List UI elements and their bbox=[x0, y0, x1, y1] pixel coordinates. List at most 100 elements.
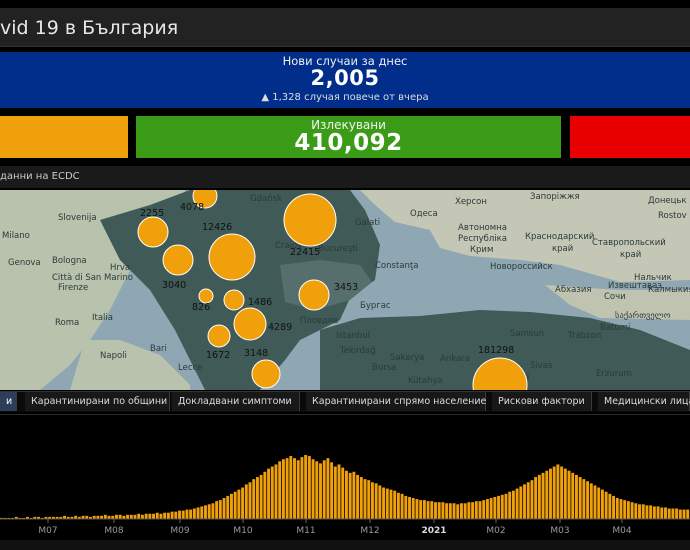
daily-cases-bar[interactable] bbox=[192, 508, 196, 519]
daily-cases-bar[interactable] bbox=[615, 498, 619, 519]
daily-cases-bar[interactable] bbox=[304, 455, 308, 519]
daily-cases-bar[interactable] bbox=[307, 456, 311, 519]
daily-cases-bar[interactable] bbox=[363, 479, 367, 519]
daily-cases-bar[interactable] bbox=[456, 504, 460, 519]
daily-cases-bar[interactable] bbox=[482, 500, 486, 519]
daily-cases-bar[interactable] bbox=[293, 458, 296, 519]
daily-cases-bar[interactable] bbox=[600, 489, 604, 519]
daily-cases-bar[interactable] bbox=[215, 501, 219, 519]
daily-cases-bar[interactable] bbox=[263, 471, 267, 519]
daily-cases-bar[interactable] bbox=[500, 494, 504, 519]
case-bubble[interactable] bbox=[251, 359, 281, 389]
daily-cases-bar[interactable] bbox=[660, 507, 664, 519]
daily-cases-bar[interactable] bbox=[137, 513, 141, 519]
daily-cases-bar[interactable] bbox=[133, 514, 137, 519]
daily-cases-bar[interactable] bbox=[200, 506, 204, 519]
daily-cases-bar[interactable] bbox=[326, 458, 330, 519]
daily-cases-bar[interactable] bbox=[515, 488, 519, 519]
daily-cases-bar[interactable] bbox=[664, 507, 667, 519]
daily-cases-bar[interactable] bbox=[126, 514, 130, 519]
daily-cases-bar[interactable] bbox=[222, 498, 226, 519]
case-bubble[interactable] bbox=[207, 324, 231, 348]
daily-cases-bar[interactable] bbox=[493, 496, 497, 519]
daily-cases-bar[interactable] bbox=[474, 501, 478, 519]
map-panel[interactable]: Slovenija Milano Hrva Genova Bologna Città di… bbox=[0, 183, 690, 413]
daily-cases-bar[interactable] bbox=[178, 510, 181, 519]
case-bubble[interactable] bbox=[283, 193, 337, 247]
daily-cases-bar[interactable] bbox=[189, 509, 193, 519]
daily-cases-bar[interactable] bbox=[408, 496, 411, 519]
daily-cases-bar[interactable] bbox=[560, 466, 564, 519]
daily-cases-bar[interactable] bbox=[671, 508, 675, 519]
daily-cases-bar[interactable] bbox=[641, 504, 645, 519]
daily-cases-bar[interactable] bbox=[396, 492, 400, 519]
daily-cases-bar[interactable] bbox=[356, 474, 360, 519]
daily-cases-bar[interactable] bbox=[441, 502, 445, 519]
daily-cases-bar[interactable] bbox=[489, 498, 493, 519]
daily-cases-bar[interactable] bbox=[556, 464, 560, 519]
daily-cases-bar[interactable] bbox=[497, 495, 501, 519]
daily-cases-bar[interactable] bbox=[248, 482, 252, 519]
daily-cases-bar[interactable] bbox=[319, 463, 322, 519]
daily-cases-bar[interactable] bbox=[571, 472, 575, 519]
daily-cases-bar[interactable] bbox=[537, 474, 541, 519]
daily-cases-bar[interactable] bbox=[519, 486, 523, 519]
daily-cases-bar[interactable] bbox=[382, 487, 386, 519]
daily-cases-bar[interactable] bbox=[341, 467, 345, 519]
daily-cases-bar[interactable] bbox=[682, 509, 686, 519]
daily-cases-bar[interactable] bbox=[155, 512, 159, 519]
tab-summary[interactable]: и bbox=[0, 392, 17, 411]
case-bubble[interactable] bbox=[208, 233, 256, 281]
daily-cases-bar[interactable] bbox=[523, 484, 526, 519]
case-bubble[interactable] bbox=[137, 216, 169, 248]
daily-cases-bar[interactable] bbox=[649, 505, 653, 519]
daily-cases-bar[interactable] bbox=[463, 503, 467, 519]
daily-cases-bar[interactable] bbox=[218, 500, 222, 519]
daily-cases-bar[interactable] bbox=[255, 477, 259, 519]
daily-cases-bar[interactable] bbox=[411, 498, 415, 519]
daily-cases-bar[interactable] bbox=[252, 479, 256, 519]
daily-cases-bar[interactable] bbox=[296, 460, 300, 519]
daily-cases-bar[interactable] bbox=[378, 485, 382, 519]
tab-risk-factors[interactable]: Рискови фактори bbox=[492, 392, 592, 411]
daily-cases-bar[interactable] bbox=[675, 508, 679, 519]
daily-cases-bar[interactable] bbox=[374, 483, 378, 519]
daily-cases-bar[interactable] bbox=[348, 472, 352, 519]
daily-cases-bar[interactable] bbox=[237, 489, 241, 519]
daily-cases-bar[interactable] bbox=[608, 493, 612, 519]
daily-cases-bar[interactable] bbox=[207, 504, 211, 519]
daily-cases-bar[interactable] bbox=[415, 499, 419, 519]
daily-cases-bar[interactable] bbox=[589, 483, 593, 519]
daily-cases-bar[interactable] bbox=[612, 495, 616, 519]
daily-cases-bar[interactable] bbox=[634, 503, 638, 519]
daily-cases-bar[interactable] bbox=[367, 480, 371, 519]
daily-cases-bar[interactable] bbox=[267, 468, 271, 519]
daily-cases-bar[interactable] bbox=[478, 501, 482, 519]
daily-cases-bar[interactable] bbox=[678, 509, 682, 519]
daily-cases-bar[interactable] bbox=[333, 466, 337, 519]
daily-cases-bar[interactable] bbox=[626, 501, 630, 519]
daily-cases-bar[interactable] bbox=[526, 482, 530, 519]
daily-cases-bar[interactable] bbox=[244, 484, 248, 519]
daily-cases-bar[interactable] bbox=[485, 499, 489, 519]
daily-cases-bar[interactable] bbox=[419, 500, 423, 519]
daily-cases-bar[interactable] bbox=[103, 514, 107, 519]
daily-cases-bar[interactable] bbox=[575, 474, 578, 519]
tab-reported-symptoms[interactable]: Докладвани симптоми bbox=[172, 392, 300, 411]
daily-cases-bar[interactable] bbox=[359, 477, 363, 519]
daily-cases-bar[interactable] bbox=[166, 512, 170, 519]
daily-cases-bar[interactable] bbox=[567, 470, 571, 519]
daily-cases-bar[interactable] bbox=[471, 502, 475, 519]
daily-cases-bar[interactable] bbox=[504, 493, 508, 519]
daily-cases-bar[interactable] bbox=[226, 495, 230, 519]
daily-cases-bar[interactable] bbox=[281, 459, 285, 519]
daily-cases-bar[interactable] bbox=[285, 458, 289, 519]
daily-cases-bar[interactable] bbox=[278, 461, 282, 519]
daily-cases-bar[interactable] bbox=[604, 491, 608, 519]
daily-cases-bar[interactable] bbox=[582, 479, 586, 519]
daily-cases-bar[interactable] bbox=[181, 510, 185, 519]
daily-cases-bar[interactable] bbox=[448, 503, 452, 519]
daily-cases-bar[interactable] bbox=[460, 503, 463, 519]
daily-cases-bar[interactable] bbox=[241, 487, 245, 519]
daily-cases-bar[interactable] bbox=[623, 500, 627, 519]
